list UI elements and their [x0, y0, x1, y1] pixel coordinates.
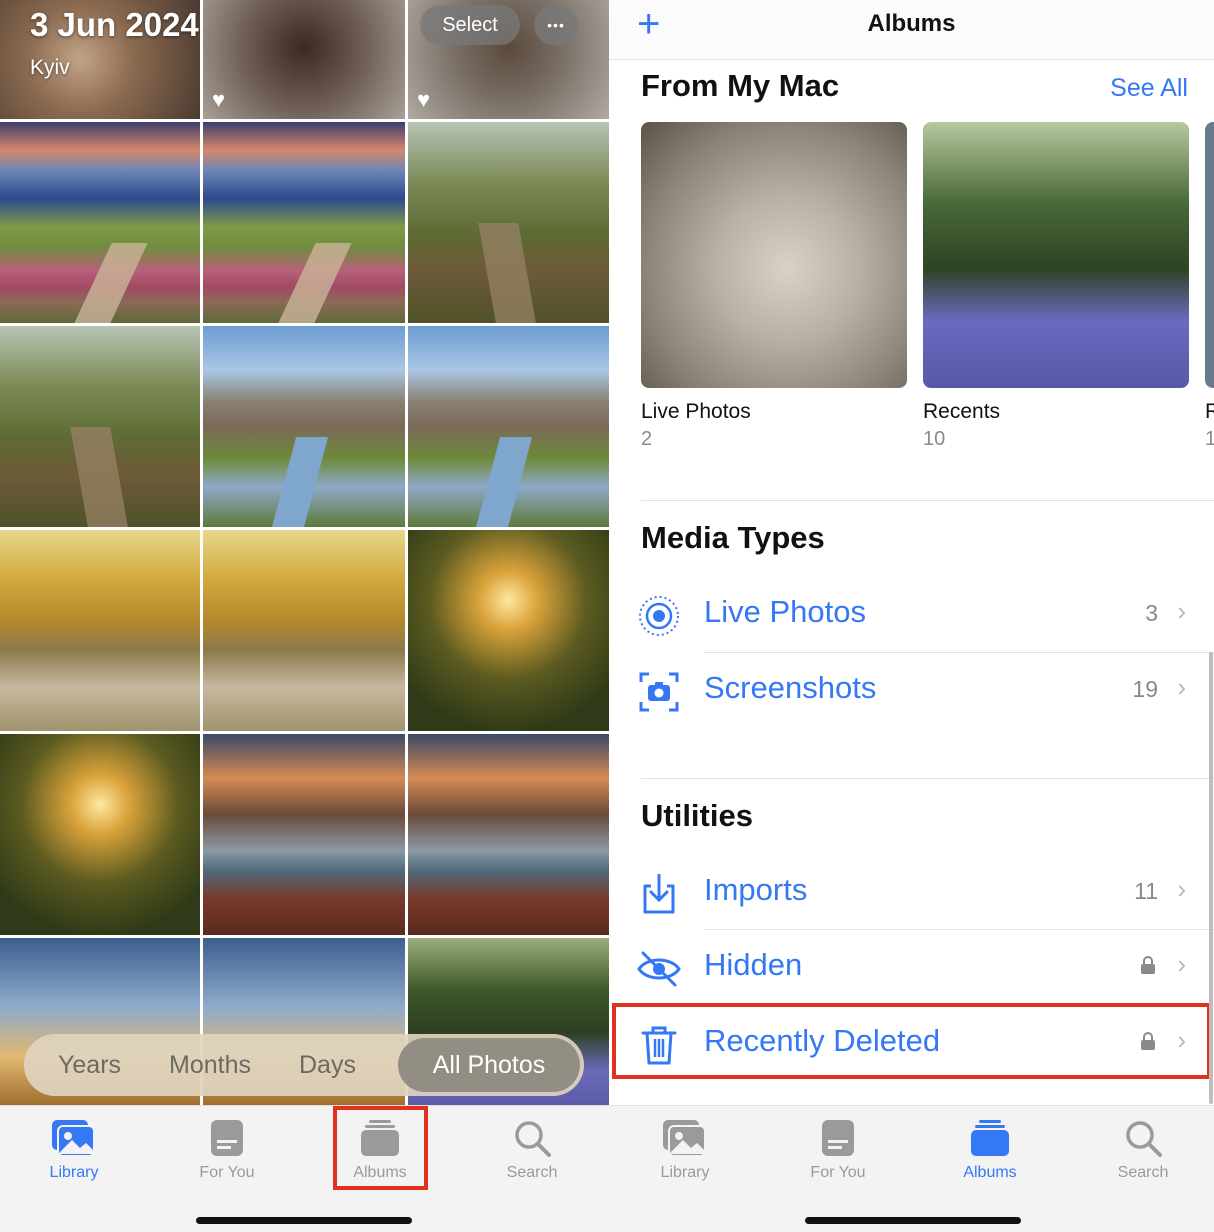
row-label: Live Photos	[704, 594, 866, 629]
eye-slash-icon	[637, 951, 681, 987]
favorite-heart-icon[interactable]: ♥	[417, 89, 439, 111]
scrollbar[interactable]	[1209, 652, 1213, 1104]
photo-thumbnail[interactable]	[0, 326, 200, 527]
library-icon	[52, 1120, 95, 1157]
tab-library-label: Library	[49, 1164, 99, 1181]
see-all-link[interactable]: See All	[1110, 74, 1188, 103]
days-segment[interactable]: Days	[275, 1051, 380, 1080]
photo-thumbnail[interactable]	[203, 734, 405, 935]
recently-deleted-highlight	[612, 1003, 1211, 1079]
tab-search-label: Search	[506, 1164, 558, 1181]
row-count: 11	[1134, 878, 1158, 904]
photo-thumbnail[interactable]	[408, 326, 609, 527]
chevron-right-icon: ›	[1177, 596, 1186, 626]
photo-thumbnail[interactable]	[203, 530, 405, 731]
chevron-right-icon: ›	[1177, 949, 1186, 979]
search-icon	[515, 1121, 551, 1157]
section-divider	[641, 778, 1214, 779]
home-indicator	[196, 1217, 412, 1224]
photo-date-title: 3 Jun 2024	[30, 6, 199, 43]
tab-library-label: Library	[660, 1164, 710, 1181]
for-you-icon	[822, 1120, 854, 1156]
photo-thumbnail[interactable]	[408, 122, 609, 323]
tab-search-label: Search	[1117, 1164, 1169, 1181]
photo-thumbnail[interactable]	[203, 122, 405, 323]
photo-thumbnail[interactable]	[408, 530, 609, 731]
live-photos-icon	[639, 596, 679, 636]
album-count: 10	[923, 428, 946, 450]
tab-for-you-label: For You	[810, 1164, 866, 1181]
tab-albums-label: Albums	[963, 1164, 1017, 1181]
home-indicator	[805, 1217, 1021, 1224]
section-divider	[641, 500, 1214, 501]
tab-for-you[interactable]: For You	[172, 1118, 282, 1182]
photo-thumbnail[interactable]	[0, 530, 200, 731]
chevron-right-icon: ›	[1177, 874, 1186, 904]
row-label: Hidden	[704, 947, 803, 982]
album-partial[interactable]: R 1	[1205, 122, 1214, 451]
library-icon	[663, 1120, 706, 1157]
row-divider	[704, 652, 1214, 653]
album-name: Live Photos	[641, 400, 751, 423]
row-imports[interactable]: Imports 11 ›	[609, 856, 1214, 930]
row-label: Screenshots	[704, 670, 877, 705]
albums-tab-highlight	[333, 1106, 428, 1190]
from-my-mac-title: From My Mac	[641, 68, 840, 103]
photo-thumbnail[interactable]	[0, 734, 200, 935]
media-types-title: Media Types	[641, 520, 825, 555]
navigation-bar: + Albums	[609, 0, 1214, 60]
row-screenshots[interactable]: Screenshots 19 ›	[609, 654, 1214, 728]
row-divider	[704, 929, 1214, 930]
tab-for-you-label: For You	[199, 1164, 255, 1181]
album-count: 1	[1205, 428, 1214, 450]
album-live-photos[interactable]: Live Photos 2	[641, 122, 907, 451]
months-segment[interactable]: Months	[145, 1051, 275, 1080]
tab-bar: Library For You Albums Search	[0, 1105, 609, 1232]
favorite-heart-icon[interactable]: ♥	[212, 89, 234, 111]
photo-thumbnail[interactable]	[408, 734, 609, 935]
more-options-button[interactable]: •••	[534, 5, 578, 45]
tab-search[interactable]: Search	[477, 1118, 587, 1182]
lock-icon	[1141, 956, 1155, 974]
screenshot-icon	[639, 672, 679, 712]
album-cover	[923, 122, 1189, 388]
row-label: Imports	[704, 872, 808, 907]
albums-icon	[971, 1120, 1009, 1156]
import-icon	[643, 874, 675, 914]
photo-thumbnail[interactable]	[203, 326, 405, 527]
album-cover	[641, 122, 907, 388]
album-name: Recents	[923, 400, 1001, 423]
library-screen: ♥ ♥ 3 Jun 2024 Kyiv Select ••• Years Mon…	[0, 0, 609, 1232]
tab-bar: Library For You Albums Search	[609, 1105, 1214, 1232]
search-icon	[1126, 1121, 1162, 1157]
album-count: 2	[641, 428, 653, 450]
view-switcher: Years Months Days All Photos	[24, 1034, 584, 1096]
tab-for-you[interactable]: For You	[783, 1118, 893, 1182]
chevron-right-icon: ›	[1177, 672, 1186, 702]
tab-search[interactable]: Search	[1088, 1118, 1198, 1182]
albums-screen: + Albums From My Mac See All Live Photos…	[609, 0, 1214, 1232]
tab-library[interactable]: Library	[630, 1118, 740, 1182]
album-name: R	[1205, 400, 1214, 423]
tab-albums[interactable]: Albums	[935, 1118, 1045, 1182]
album-cover	[1205, 122, 1214, 388]
row-count: 3	[1145, 600, 1158, 626]
tab-library[interactable]: Library	[19, 1118, 129, 1182]
photo-thumbnail[interactable]	[0, 122, 200, 323]
row-hidden[interactable]: Hidden ›	[609, 931, 1214, 1005]
page-title: Albums	[867, 10, 956, 37]
years-segment[interactable]: Years	[24, 1051, 145, 1080]
photo-location: Kyiv	[30, 56, 70, 79]
for-you-icon	[211, 1120, 243, 1156]
row-live-photos[interactable]: Live Photos 3 ›	[609, 578, 1214, 652]
row-count: 19	[1132, 676, 1158, 702]
album-recents[interactable]: Recents 10	[923, 122, 1189, 451]
utilities-title: Utilities	[641, 798, 753, 833]
select-button[interactable]: Select	[420, 5, 520, 45]
all-photos-segment[interactable]: All Photos	[398, 1038, 580, 1092]
